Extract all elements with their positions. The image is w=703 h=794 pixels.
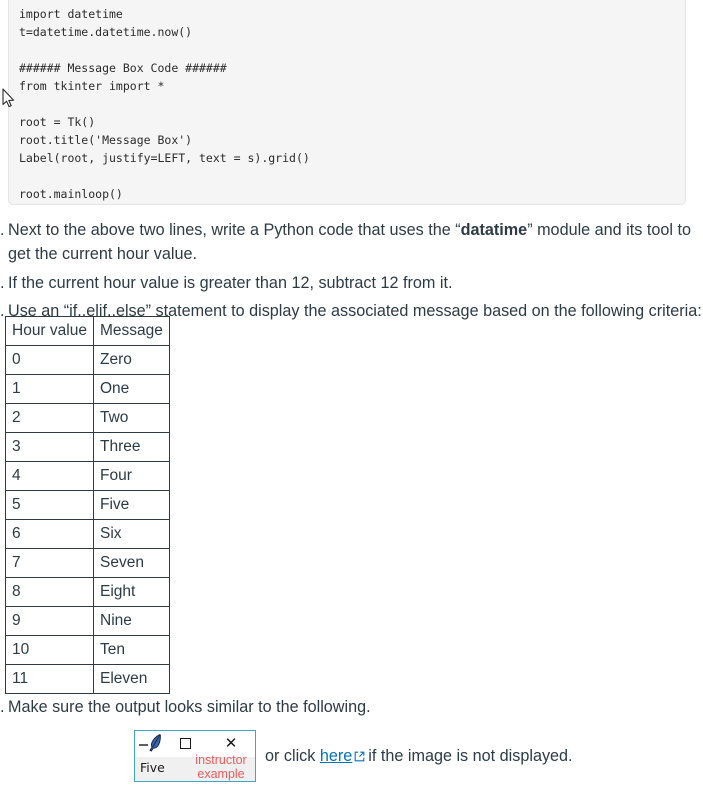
- table-cell: 3: [5, 432, 94, 462]
- list-item-text-bold: datatime: [460, 221, 528, 239]
- code-block: import datetime t=datetime.datetime.now(…: [8, 0, 686, 205]
- list-item-text: If the current hour value is greater tha…: [8, 274, 453, 292]
- table-header-row: Hour value Message: [5, 316, 170, 346]
- external-link-icon: [354, 748, 365, 761]
- table-cell: Ten: [93, 635, 170, 665]
- table-cell: Four: [93, 461, 170, 491]
- list-marker: .: [0, 698, 5, 716]
- table-row: 2 Two: [5, 403, 170, 433]
- table-cell: 5: [5, 490, 94, 520]
- list-item-text-pre: Next to the above two lines, write a Pyt…: [8, 221, 461, 239]
- table-cell: 9: [5, 606, 94, 636]
- feather-icon: [147, 733, 163, 753]
- hour-value-message-table: Hour value Message 0 Zero 1 One 2 Two 3 Three 4 F…: [5, 316, 170, 694]
- table-cell: 8: [5, 577, 94, 607]
- table-cell: 1: [5, 374, 94, 404]
- table-row: 10 Ten: [5, 635, 170, 665]
- message-box-titlebar: ✕: [135, 731, 255, 757]
- table-cell: Five: [93, 490, 170, 520]
- output-example-row: ✕ Five instructor example or click here i…: [134, 730, 573, 782]
- table-cell: 7: [5, 548, 94, 578]
- table-body: 0 Zero 1 One 2 Two 3 Three 4 Four 5 Five 6 Six 7 Seven 8…: [5, 345, 170, 694]
- list-marker: .: [0, 274, 5, 292]
- table-cell: 0: [5, 345, 94, 375]
- table-row: 6 Six: [5, 519, 170, 549]
- table-row: 1 One: [5, 374, 170, 404]
- table-cell: Eleven: [93, 664, 170, 694]
- table-cell: 4: [5, 461, 94, 491]
- message-box-body: Five: [135, 757, 255, 781]
- close-icon: ✕: [224, 734, 238, 752]
- table-row: 3 Three: [5, 432, 170, 462]
- table-header-cell: Message: [93, 316, 170, 346]
- list-item: . If the current hour value is greater t…: [0, 271, 703, 295]
- message-box-screenshot: ✕ Five instructor example: [134, 730, 256, 782]
- table-row: 9 Nine: [5, 606, 170, 636]
- table-cell: 11: [5, 664, 94, 694]
- list-item: . Next to the above two lines, write a P…: [0, 218, 698, 266]
- table-cell: 10: [5, 635, 94, 665]
- fallback-text-before: or click: [265, 746, 316, 765]
- image-fallback-text: or click here if the image is not display…: [265, 747, 573, 766]
- table-cell: Two: [93, 403, 170, 433]
- table-cell: One: [93, 374, 170, 404]
- table-cell: Zero: [93, 345, 170, 375]
- list-item: . Make sure the output looks similar to …: [0, 695, 371, 719]
- code-block-content: import datetime t=datetime.datetime.now(…: [19, 7, 310, 202]
- table-row: 11 Eleven: [5, 664, 170, 694]
- table-cell: 6: [5, 519, 94, 549]
- here-link[interactable]: here: [320, 747, 352, 765]
- table-row: 5 Five: [5, 490, 170, 520]
- table-header-cell: Hour value: [5, 316, 94, 346]
- fallback-text-after: if the image is not displayed.: [368, 746, 573, 765]
- maximize-icon: [180, 738, 191, 749]
- table-row: 8 Eight: [5, 577, 170, 607]
- instruction-list: . Next to the above two lines, write a P…: [0, 218, 703, 323]
- table-cell: Nine: [93, 606, 170, 636]
- list-marker: .: [0, 302, 5, 320]
- table-cell: Eight: [93, 577, 170, 607]
- table-cell: 2: [5, 403, 94, 433]
- table-row: 0 Zero: [5, 345, 170, 375]
- table-cell: Seven: [93, 548, 170, 578]
- list-marker: .: [0, 221, 5, 239]
- table-row: 4 Four: [5, 461, 170, 491]
- message-box-label: Five: [140, 760, 165, 775]
- table-row: 7 Seven: [5, 548, 170, 578]
- list-item-text: Make sure the output looks similar to th…: [8, 698, 371, 716]
- table-cell: Three: [93, 432, 170, 462]
- table-cell: Six: [93, 519, 170, 549]
